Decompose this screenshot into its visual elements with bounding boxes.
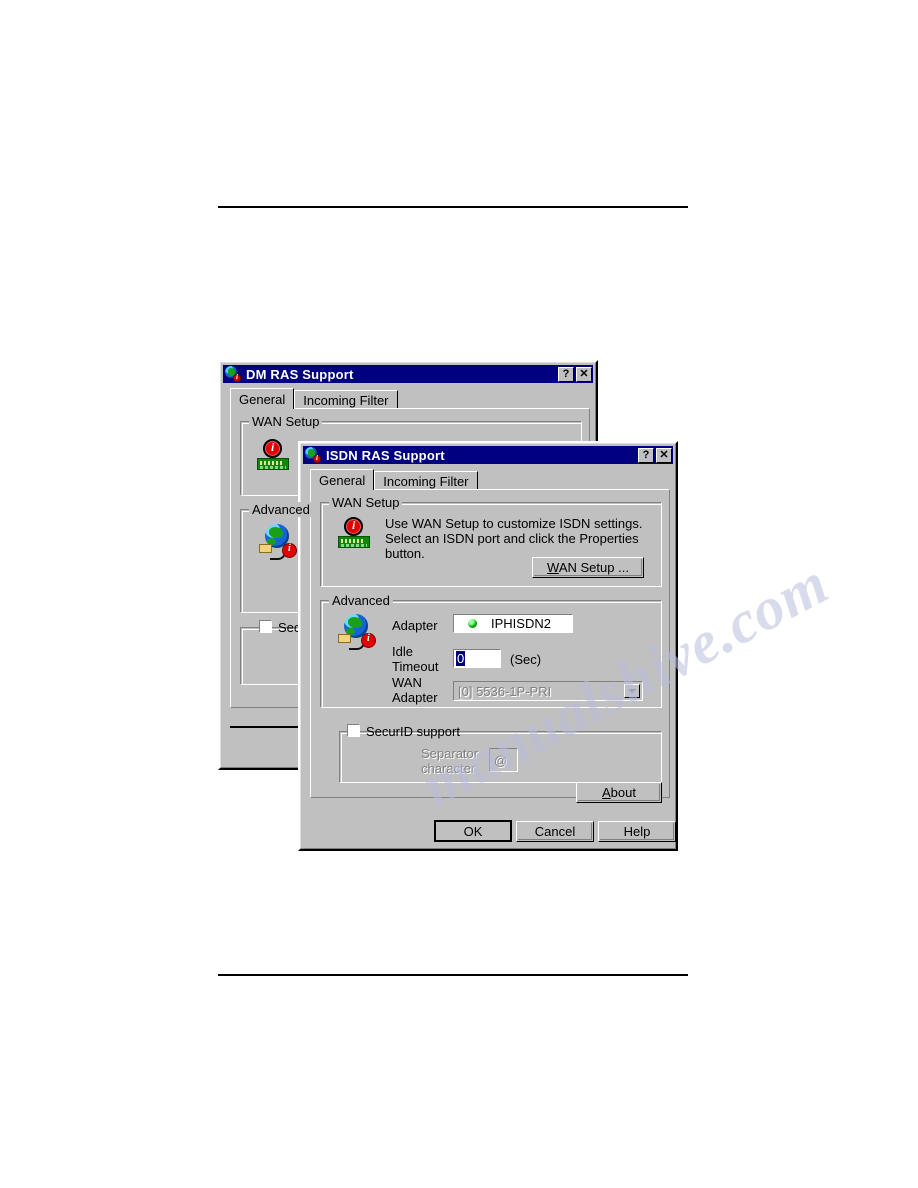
- dm-tab-general[interactable]: General: [230, 388, 295, 409]
- dm-titlebar[interactable]: DM RAS Support ? ✕: [223, 365, 593, 383]
- dm-wan-setup-title: WAN Setup: [249, 414, 323, 429]
- isdn-adapter-globe-icon: [338, 614, 376, 650]
- adapter-label: Adapter: [392, 618, 438, 633]
- ok-button[interactable]: OK: [434, 820, 512, 842]
- isdn-tab-general[interactable]: General: [310, 469, 375, 490]
- adapter-status-dot: [468, 619, 477, 628]
- wan-setup-label: AN Setup ...: [558, 560, 629, 575]
- help-label: Help: [623, 824, 651, 839]
- page-rule-top: [218, 206, 688, 208]
- isdn-close-button[interactable]: ✕: [656, 447, 672, 463]
- chevron-down-icon[interactable]: [624, 684, 640, 698]
- dm-help-button[interactable]: ?: [558, 366, 574, 382]
- dm-isdn-card-icon: [257, 439, 291, 473]
- cancel-button[interactable]: Cancel: [516, 821, 594, 842]
- isdn-advanced-title: Advanced: [329, 593, 393, 608]
- isdn-window-title: ISDN RAS Support: [326, 447, 445, 463]
- isdn-wan-setup-description: Use WAN Setup to customize ISDN settings…: [385, 516, 643, 561]
- separator-character-label: Separator character: [421, 746, 479, 776]
- isdn-help-button[interactable]: ?: [638, 447, 654, 463]
- securid-support-label: SecurID support: [366, 724, 460, 739]
- help-button[interactable]: Help: [598, 821, 676, 842]
- isdn-tabstrip[interactable]: General Incoming Filter: [310, 469, 478, 490]
- wan-setup-accel: W: [547, 560, 559, 575]
- ok-label: OK: [463, 823, 483, 839]
- globe-info-icon: [305, 447, 321, 463]
- dm-adapter-globe-icon: [259, 524, 297, 560]
- wan-adapter-label: WAN Adapter: [392, 675, 438, 705]
- dm-window-title: DM RAS Support: [246, 366, 354, 382]
- wan-setup-button[interactable]: WAN Setup ...: [532, 557, 644, 578]
- dm-securid-checkbox[interactable]: [259, 620, 272, 633]
- idle-timeout-value: 0: [456, 651, 466, 666]
- isdn-ras-support-dialog[interactable]: ISDN RAS Support ? ✕ General Incoming Fi…: [298, 441, 678, 851]
- isdn-tab-body: WAN Setup Use WAN Setup to customize ISD…: [310, 489, 670, 798]
- idle-timeout-label: Idle Timeout: [392, 644, 439, 674]
- about-accel: A: [602, 785, 611, 800]
- document-page: DM RAS Support ? ✕ General Incoming Filt…: [0, 0, 918, 1188]
- wan-adapter-dropdown[interactable]: [0] 5536-1P-PRI: [453, 681, 643, 701]
- isdn-tab-incoming-filter[interactable]: Incoming Filter: [374, 471, 478, 490]
- dm-advanced-title: Advanced: [249, 502, 313, 517]
- page-rule-bottom: [218, 974, 688, 976]
- isdn-wan-setup-title: WAN Setup: [329, 495, 403, 510]
- wan-adapter-value: [0] 5536-1P-PRI: [458, 683, 552, 699]
- isdn-titlebar[interactable]: ISDN RAS Support ? ✕: [303, 446, 673, 464]
- idle-timeout-input[interactable]: 0: [453, 649, 501, 668]
- globe-info-icon: [225, 366, 241, 382]
- securid-support-checkbox[interactable]: [347, 724, 360, 737]
- cancel-label: Cancel: [534, 824, 576, 839]
- about-button[interactable]: About: [576, 782, 662, 803]
- dm-tab-incoming-filter[interactable]: Incoming Filter: [294, 390, 398, 409]
- isdn-card-icon: [338, 517, 372, 551]
- about-label: bout: [610, 785, 636, 800]
- idle-timeout-units: (Sec): [510, 652, 542, 667]
- adapter-value: IPHISDN2: [491, 616, 551, 631]
- dm-close-button[interactable]: ✕: [576, 366, 592, 382]
- adapter-value-field: IPHISDN2: [453, 614, 573, 633]
- separator-character-value: @: [494, 752, 508, 768]
- separator-character-input[interactable]: @: [489, 748, 518, 772]
- dm-tabstrip[interactable]: General Incoming Filter: [230, 388, 398, 409]
